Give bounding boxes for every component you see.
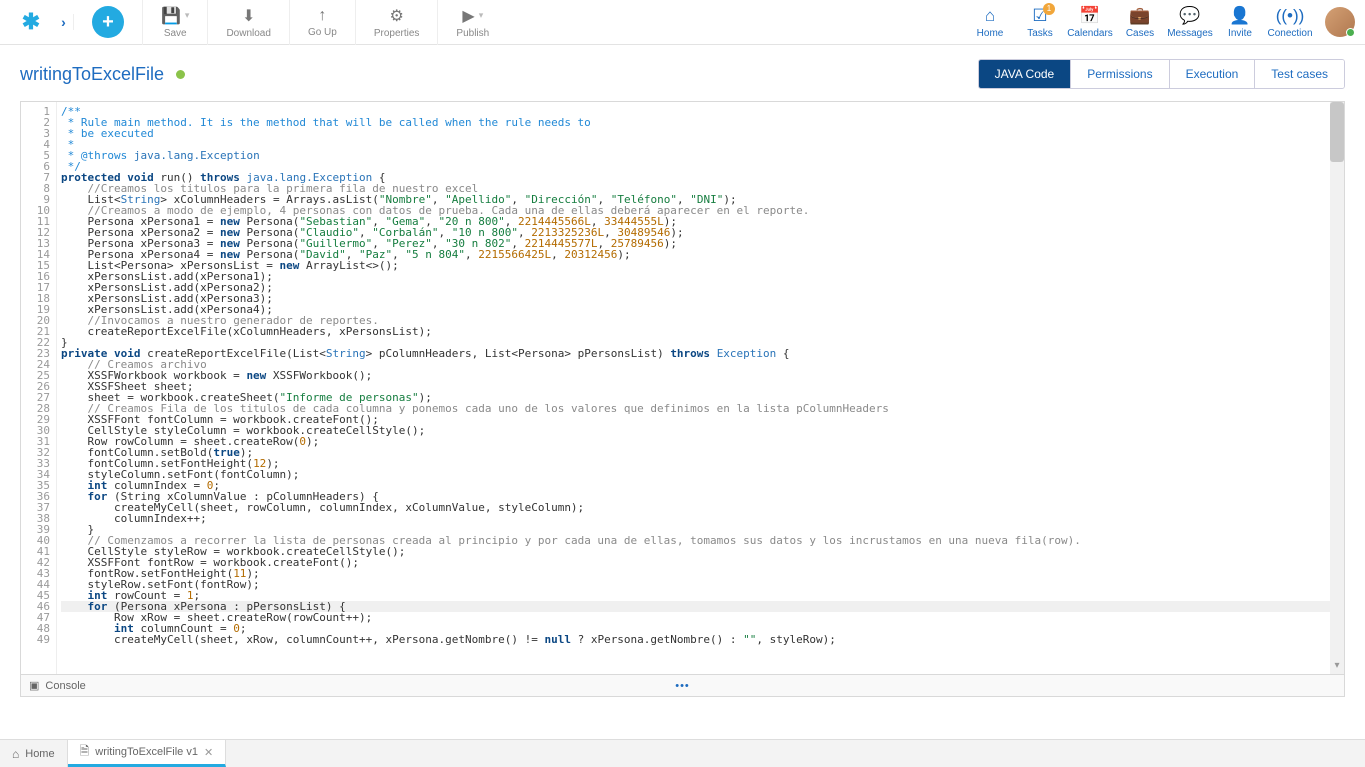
briefcase-icon: 💼 [1129, 6, 1150, 26]
tab-test-cases[interactable]: Test cases [1254, 60, 1344, 88]
file-icon: 🗎 [80, 742, 90, 763]
nav-connection-label: Conection [1267, 28, 1312, 39]
code-line[interactable]: XSSFWorkbook workbook = new XSSFWorkbook… [61, 370, 1344, 381]
editor-body: 1234567891011121314151617181920212223242… [21, 102, 1344, 674]
editor-tab-group: JAVA Code Permissions Execution Test cas… [978, 59, 1345, 89]
tasks-badge: 1 [1043, 3, 1055, 15]
nav-home-label: Home [977, 28, 1004, 39]
nav-tasks[interactable]: ☑ 1 Tasks [1015, 0, 1065, 45]
nav-messages-label: Messages [1167, 28, 1213, 39]
close-tab-icon[interactable]: ✕ [204, 746, 213, 759]
nav-cases[interactable]: 💼 Cases [1115, 0, 1165, 45]
chevron-down-icon[interactable]: ▾ [479, 10, 484, 21]
calendar-icon: 📅 [1079, 6, 1100, 26]
code-line[interactable]: createMyCell(sheet, xRow, columnCount++,… [61, 634, 1344, 645]
nav-invite-label: Invite [1228, 28, 1252, 39]
app-logo[interactable]: ✱ [8, 9, 54, 35]
gutter-line: 49 [21, 634, 50, 645]
chevron-down-icon[interactable]: ▾ [185, 10, 190, 21]
save-button[interactable]: 💾 ▾ Save [142, 0, 207, 45]
save-icon: 💾 [161, 6, 181, 26]
nav-tasks-label: Tasks [1027, 28, 1053, 39]
footer-tab-home[interactable]: ⌂ Home [0, 740, 68, 767]
nav-home[interactable]: ⌂ Home [965, 0, 1015, 45]
tab-java-code[interactable]: JAVA Code [979, 60, 1071, 88]
properties-button[interactable]: ⚙ Properties [355, 0, 438, 45]
console-label: Console [45, 680, 85, 692]
connection-icon: ((•)) [1276, 6, 1305, 26]
publish-button[interactable]: ▶ ▾ Publish [437, 0, 507, 45]
code-line[interactable]: styleColumn.setFont(fontColumn); [61, 469, 1344, 480]
add-button[interactable]: + [92, 6, 124, 38]
save-label: Save [164, 28, 187, 39]
status-dot [176, 70, 185, 79]
chevron-right-icon: › [61, 14, 66, 30]
code-line[interactable]: columnIndex++; [61, 513, 1344, 524]
go-up-label: Go Up [308, 27, 337, 38]
nav-forward[interactable]: › [54, 14, 74, 30]
home-icon: ⌂ [12, 747, 19, 761]
play-icon: ▶ [462, 6, 474, 26]
download-icon: ⬇ [242, 6, 255, 26]
code-line[interactable]: * @throws java.lang.Exception [61, 150, 1344, 161]
scrollbar-thumb[interactable] [1330, 102, 1344, 162]
nav-connection[interactable]: ((•)) Conection [1265, 0, 1315, 45]
toolbar-left: ✱ › + 💾 ▾ Save ⬇ Download ↑ Go Up ⚙ Prope… [0, 0, 507, 44]
editor-gutter: 1234567891011121314151617181920212223242… [21, 102, 57, 674]
nav-cases-label: Cases [1126, 28, 1154, 39]
nav-calendars-label: Calendars [1067, 28, 1113, 39]
home-icon: ⌂ [985, 6, 995, 26]
footer-tab-file[interactable]: 🗎 writingToExcelFile v1 ✕ [68, 740, 227, 767]
top-toolbar: ✱ › + 💾 ▾ Save ⬇ Download ↑ Go Up ⚙ Prope… [0, 0, 1365, 45]
footer-file-label: writingToExcelFile v1 [95, 746, 198, 758]
code-line[interactable]: Row xRow = sheet.createRow(rowCount++); [61, 612, 1344, 623]
logo-icon: ✱ [22, 9, 40, 35]
code-line[interactable]: createReportExcelFile(xColumnHeaders, xP… [61, 326, 1344, 337]
go-up-icon: ↑ [318, 7, 326, 25]
gear-icon: ⚙ [389, 6, 403, 26]
publish-label: Publish [456, 28, 489, 39]
nav-calendars[interactable]: 📅 Calendars [1065, 0, 1115, 45]
title-row: writingToExcelFile JAVA Code Permissions… [0, 45, 1365, 101]
avatar[interactable] [1325, 7, 1355, 37]
footer-tabs: ⌂ Home 🗎 writingToExcelFile v1 ✕ [0, 739, 1365, 767]
nav-invite[interactable]: 👤 Invite [1215, 0, 1265, 45]
code-line[interactable]: createMyCell(sheet, rowColumn, columnInd… [61, 502, 1344, 513]
console-icon: ▣ [29, 679, 39, 692]
invite-icon: 👤 [1229, 6, 1250, 26]
code-line[interactable]: Row rowColumn = sheet.createRow(0); [61, 436, 1344, 447]
download-button[interactable]: ⬇ Download [207, 0, 288, 45]
messages-icon: 💬 [1179, 6, 1200, 26]
code-line[interactable]: styleRow.setFont(fontRow); [61, 579, 1344, 590]
console-bar[interactable]: ▣ Console ••• [21, 674, 1344, 696]
editor-frame: 1234567891011121314151617181920212223242… [20, 101, 1345, 697]
page-title: writingToExcelFile [20, 64, 164, 85]
plus-icon: + [102, 11, 114, 34]
toolbar-actions: 💾▾ Save ⬇ Download ↑ Go Up ⚙ Properties … [142, 0, 507, 45]
code-line[interactable]: * be executed [61, 128, 1344, 139]
tab-permissions[interactable]: Permissions [1070, 60, 1168, 88]
footer-home-label: Home [25, 748, 54, 760]
toolbar-right: ⌂ Home ☑ 1 Tasks 📅 Calendars 💼 Cases 💬 Messa… [965, 0, 1365, 44]
scroll-down-arrow[interactable]: ▾ [1330, 660, 1344, 674]
presence-dot [1346, 28, 1355, 37]
code-line[interactable]: * Rule main method. It is the method tha… [61, 117, 1344, 128]
tab-execution[interactable]: Execution [1169, 60, 1255, 88]
editor-scrollbar[interactable] [1330, 102, 1344, 674]
console-drag-handle[interactable]: ••• [675, 680, 690, 692]
nav-messages[interactable]: 💬 Messages [1165, 0, 1215, 45]
properties-label: Properties [374, 28, 420, 39]
code-line[interactable]: private void createReportExcelFile(List<… [61, 348, 1344, 359]
go-up-button[interactable]: ↑ Go Up [289, 0, 355, 45]
code-area[interactable]: /** * Rule main method. It is the method… [57, 102, 1344, 674]
download-label: Download [226, 28, 270, 39]
